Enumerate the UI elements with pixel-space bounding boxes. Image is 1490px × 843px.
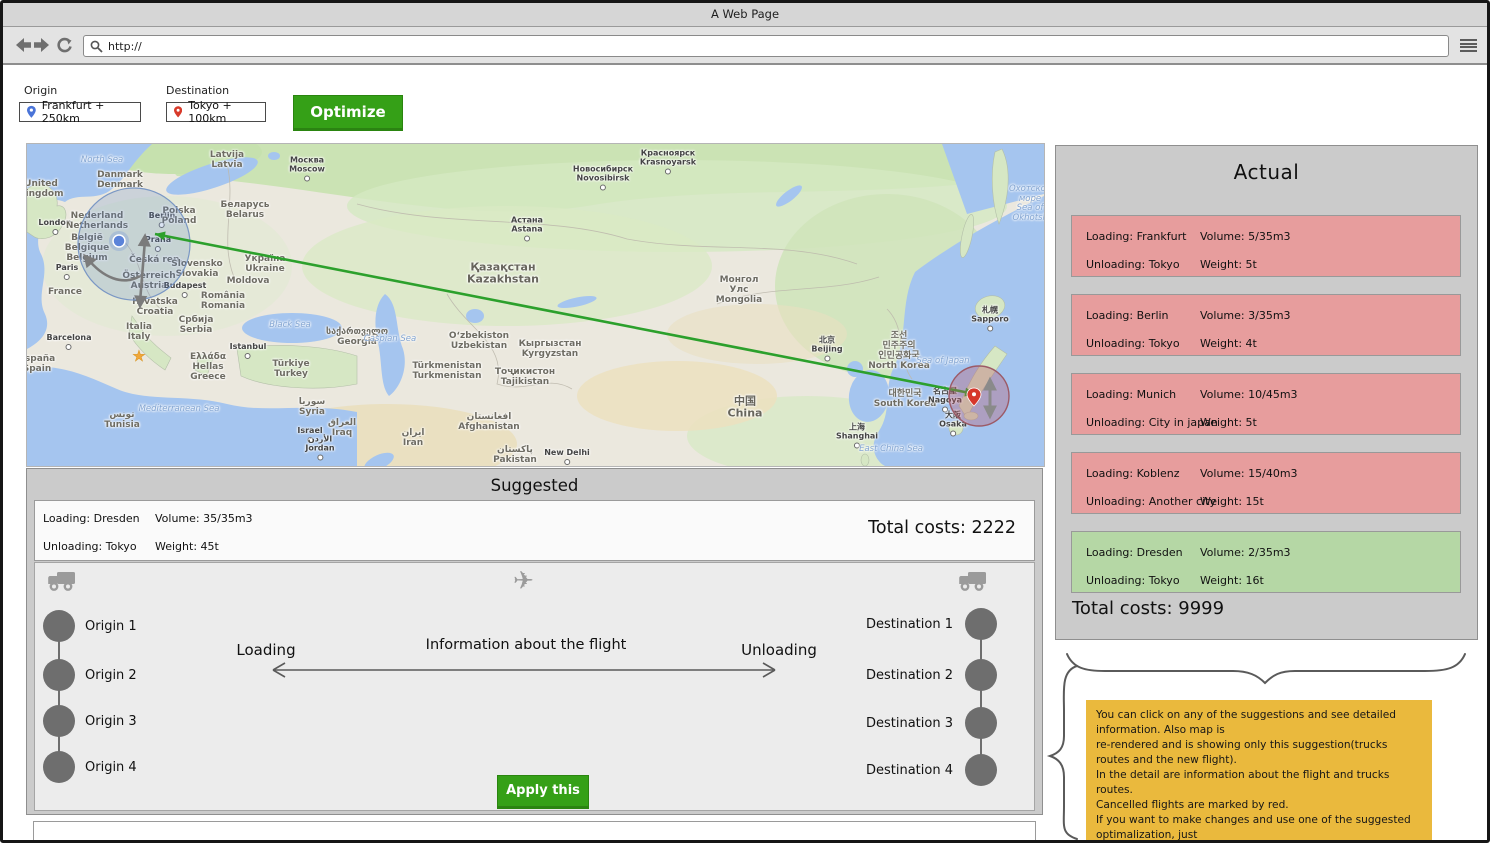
suggestion-scroll-placeholder[interactable]	[33, 821, 1036, 841]
url-bar[interactable]: http://	[83, 35, 1449, 57]
destination-input[interactable]: Tokyo + 100km	[166, 102, 266, 122]
vertical-brace	[1050, 666, 1077, 839]
window-title: A Web Page	[3, 3, 1487, 27]
destination-item: Destination 4	[866, 754, 997, 786]
hamburger-menu-icon[interactable]	[1460, 39, 1477, 52]
suggested-unloading: Unloading: Tokyo	[43, 540, 137, 553]
card-text: Unloading: City in japan	[1086, 416, 1218, 429]
card-text: Unloading: Tokyo	[1086, 574, 1180, 587]
actual-card[interactable]: Loading: Munich Volume: 10/45m3 Unloading:…	[1071, 373, 1461, 435]
destination-item: Destination 2	[866, 659, 997, 691]
url-text: http://	[108, 40, 142, 53]
card-text: Unloading: Tokyo	[1086, 258, 1180, 271]
suggested-loading: Loading: Dresden	[43, 512, 140, 525]
origin-node-label: Origin 3	[85, 714, 137, 729]
card-text: Unloading: Tokyo	[1086, 337, 1180, 350]
card-text: Loading: Munich	[1086, 388, 1176, 401]
loading-arrow-label: Loading	[236, 641, 295, 659]
origin-item: Origin 1	[43, 610, 137, 642]
suggested-weight: Weight: 45t	[155, 540, 219, 553]
destination-connector-line	[980, 624, 982, 770]
card-text: Weight: 4t	[1200, 337, 1257, 350]
destination-item: Destination 3	[866, 707, 997, 739]
destination-label: Destination	[166, 84, 229, 97]
card-text: Loading: Dresden	[1086, 546, 1183, 559]
origin-item: Origin 4	[43, 751, 137, 783]
destination-node[interactable]	[965, 659, 997, 691]
origin-value: Frankfurt + 250km	[42, 99, 133, 125]
actual-card[interactable]: Loading: Koblenz Volume: 15/40m3 Unloading…	[1071, 452, 1461, 514]
destination-node-label: Destination 2	[866, 668, 953, 683]
card-text: Volume: 3/35m3	[1200, 309, 1291, 322]
unloading-arrow-label: Unloading	[741, 641, 817, 659]
card-text: Volume: 2/35m3	[1200, 546, 1291, 559]
card-text: Weight: 15t	[1200, 495, 1264, 508]
card-text: Loading: Koblenz	[1086, 467, 1180, 480]
suggested-diagram: ✈ Origin 1 Origin 2 Origin 3 Origin 4 Desti…	[34, 562, 1035, 811]
origin-node[interactable]	[43, 659, 75, 691]
route-map[interactable]: North SeaUnited KingdomDanmark DenmarkLa…	[26, 143, 1045, 467]
actual-panel: Actual Loading: Frankfurt Volume: 5/35m3 U…	[1055, 145, 1478, 640]
origin-item: Origin 3	[43, 705, 137, 737]
destination-node-label: Destination 4	[866, 763, 953, 778]
forward-arrow-icon[interactable]	[34, 37, 49, 53]
destination-node[interactable]	[965, 754, 997, 786]
card-text: Volume: 10/45m3	[1200, 388, 1298, 401]
browser-toolbar: http://	[3, 27, 1487, 65]
origin-node[interactable]	[43, 705, 75, 737]
card-text: Loading: Frankfurt	[1086, 230, 1186, 243]
suggested-total-costs: Total costs: 2222	[868, 518, 1016, 538]
destination-node-label: Destination 3	[866, 716, 953, 731]
actual-title: Actual	[1056, 160, 1477, 184]
horizontal-brace	[1067, 654, 1465, 683]
card-text: Volume: 5/35m3	[1200, 230, 1291, 243]
actual-card[interactable]: Loading: Dresden Volume: 2/35m3 Unloading:…	[1071, 531, 1461, 593]
suggested-detail-bar[interactable]: Loading: Dresden Volume: 35/35m3 Unloadi…	[34, 500, 1035, 561]
card-text: Weight: 16t	[1200, 574, 1264, 587]
truck-icon	[958, 570, 988, 592]
destination-node[interactable]	[965, 707, 997, 739]
origin-item: Origin 2	[43, 659, 137, 691]
suggested-title: Suggested	[27, 476, 1042, 495]
origin-node-label: Origin 4	[85, 760, 137, 775]
apply-this-button[interactable]: Apply this	[497, 775, 589, 809]
destination-item: Destination 1	[866, 608, 997, 640]
actual-card[interactable]: Loading: Frankfurt Volume: 5/35m3 Unloadin…	[1071, 215, 1461, 277]
actual-total-costs: Total costs: 9999	[1072, 598, 1224, 619]
suggested-volume: Volume: 35/35m3	[155, 512, 253, 525]
destination-node-label: Destination 1	[866, 617, 953, 632]
card-text: Weight: 5t	[1200, 416, 1257, 429]
origin-input[interactable]: Frankfurt + 250km	[19, 102, 141, 122]
card-text: Unloading: Another city	[1086, 495, 1216, 508]
optimize-button[interactable]: Optimize	[293, 95, 403, 131]
origin-node-label: Origin 1	[85, 619, 137, 634]
browser-window: A Web Page http:// Origin Destination Fr…	[0, 0, 1490, 843]
red-pin-icon	[174, 105, 182, 119]
map-base	[27, 144, 1044, 466]
blue-pin-icon	[27, 105, 36, 119]
annotation-note: You can click on any of the suggestions …	[1086, 700, 1432, 843]
destination-node[interactable]	[965, 608, 997, 640]
suggested-panel: Suggested Loading: Dresden Volume: 35/35…	[26, 468, 1043, 815]
origin-connector-line	[58, 626, 60, 767]
refresh-icon[interactable]	[56, 37, 72, 53]
flight-info-label: Information about the flight	[426, 637, 627, 653]
origin-label: Origin	[24, 84, 57, 97]
card-text: Weight: 5t	[1200, 258, 1257, 271]
actual-card-list: Loading: Frankfurt Volume: 5/35m3 Unloadin…	[1071, 215, 1461, 610]
card-text: Volume: 15/40m3	[1200, 467, 1298, 480]
actual-card[interactable]: Loading: Berlin Volume: 3/35m3 Unloading: …	[1071, 294, 1461, 356]
origin-node[interactable]	[43, 751, 75, 783]
origin-node[interactable]	[43, 610, 75, 642]
search-icon	[90, 40, 103, 53]
card-text: Loading: Berlin	[1086, 309, 1169, 322]
plane-icon: ✈	[513, 566, 534, 595]
destination-value: Tokyo + 100km	[188, 99, 258, 125]
truck-icon	[47, 570, 77, 592]
origin-node-label: Origin 2	[85, 668, 137, 683]
back-arrow-icon[interactable]	[16, 37, 31, 53]
